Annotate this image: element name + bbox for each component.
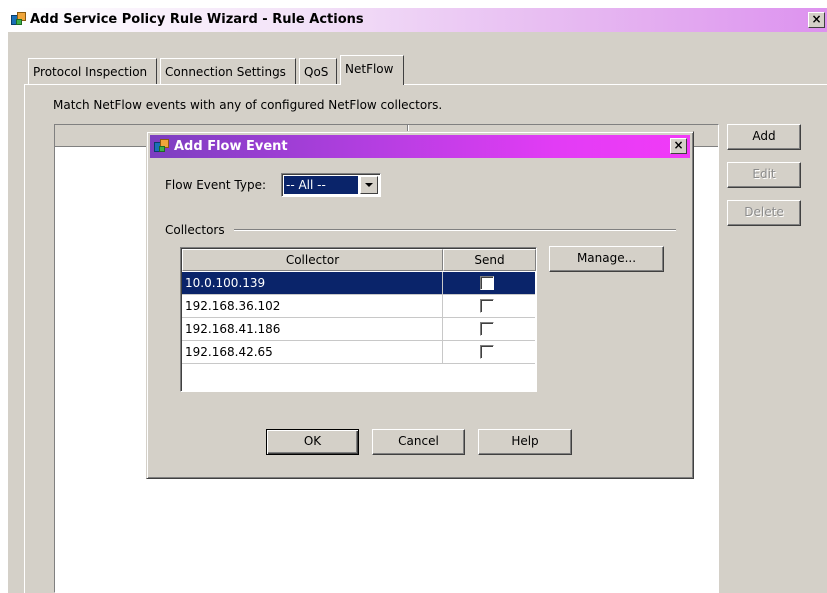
dialog-title-bar[interactable]: Add Flow Event × xyxy=(150,135,690,158)
column-header-collector[interactable]: Collector xyxy=(182,249,443,271)
table-row[interactable]: 192.168.36.102 xyxy=(182,295,535,318)
tab-label: Protocol Inspection xyxy=(33,65,148,79)
chevron-down-icon[interactable] xyxy=(360,176,378,194)
help-button[interactable]: Help xyxy=(478,429,572,455)
collector-cell: 192.168.42.65 xyxy=(185,345,273,359)
add-flow-event-dialog: Add Flow Event × Flow Event Type: -- All… xyxy=(146,131,694,479)
tab-label: QoS xyxy=(304,65,329,79)
tab-qos[interactable]: QoS xyxy=(299,58,337,84)
send-checkbox[interactable] xyxy=(480,299,494,313)
tab-netflow[interactable]: NetFlow xyxy=(340,55,404,85)
collector-cell: 192.168.41.186 xyxy=(185,322,281,336)
manage-button[interactable]: Manage... xyxy=(549,246,664,272)
collector-cell: 10.0.100.139 xyxy=(185,276,266,290)
collectors-table[interactable]: Collector Send 10.0.100.139 192.168.36.1… xyxy=(180,247,537,392)
flow-event-type-value: -- All -- xyxy=(284,176,358,194)
flow-event-type-select[interactable]: -- All -- xyxy=(281,173,381,197)
netflow-description: Match NetFlow events with any of configu… xyxy=(53,98,443,112)
wizard-title: Add Service Policy Rule Wizard - Rule Ac… xyxy=(30,12,364,27)
cell-divider xyxy=(442,272,443,295)
dialog-title: Add Flow Event xyxy=(174,139,288,154)
tab-label: Connection Settings xyxy=(165,65,286,79)
table-row[interactable]: 192.168.41.186 xyxy=(182,318,535,341)
send-checkbox[interactable] xyxy=(480,322,494,336)
send-checkbox[interactable] xyxy=(480,276,494,290)
table-row[interactable]: 192.168.42.65 xyxy=(182,341,535,364)
tab-connection-settings[interactable]: Connection Settings xyxy=(160,58,296,84)
add-button[interactable]: Add xyxy=(727,124,801,150)
app-icon xyxy=(11,12,26,27)
cell-divider xyxy=(442,318,443,341)
wizard-title-bar[interactable]: Add Service Policy Rule Wizard - Rule Ac… xyxy=(8,8,827,32)
column-header-send[interactable]: Send xyxy=(443,249,536,271)
send-checkbox[interactable] xyxy=(480,345,494,359)
app-icon xyxy=(154,139,169,154)
group-divider xyxy=(234,229,676,231)
edit-button[interactable]: Edit xyxy=(727,162,801,188)
close-icon[interactable]: × xyxy=(808,12,825,28)
ok-button[interactable]: OK xyxy=(266,429,359,455)
cancel-button[interactable]: Cancel xyxy=(372,429,465,455)
tab-label: NetFlow xyxy=(345,62,394,76)
close-icon[interactable]: × xyxy=(670,138,687,154)
cell-divider xyxy=(442,341,443,364)
delete-button[interactable]: Delete xyxy=(727,200,801,226)
table-row[interactable]: 10.0.100.139 xyxy=(182,272,535,295)
cell-divider xyxy=(442,295,443,318)
tab-protocol-inspection[interactable]: Protocol Inspection xyxy=(28,58,157,84)
flow-event-type-label: Flow Event Type: xyxy=(165,178,267,192)
collectors-group-label: Collectors xyxy=(165,223,225,237)
collector-cell: 192.168.36.102 xyxy=(185,299,281,313)
